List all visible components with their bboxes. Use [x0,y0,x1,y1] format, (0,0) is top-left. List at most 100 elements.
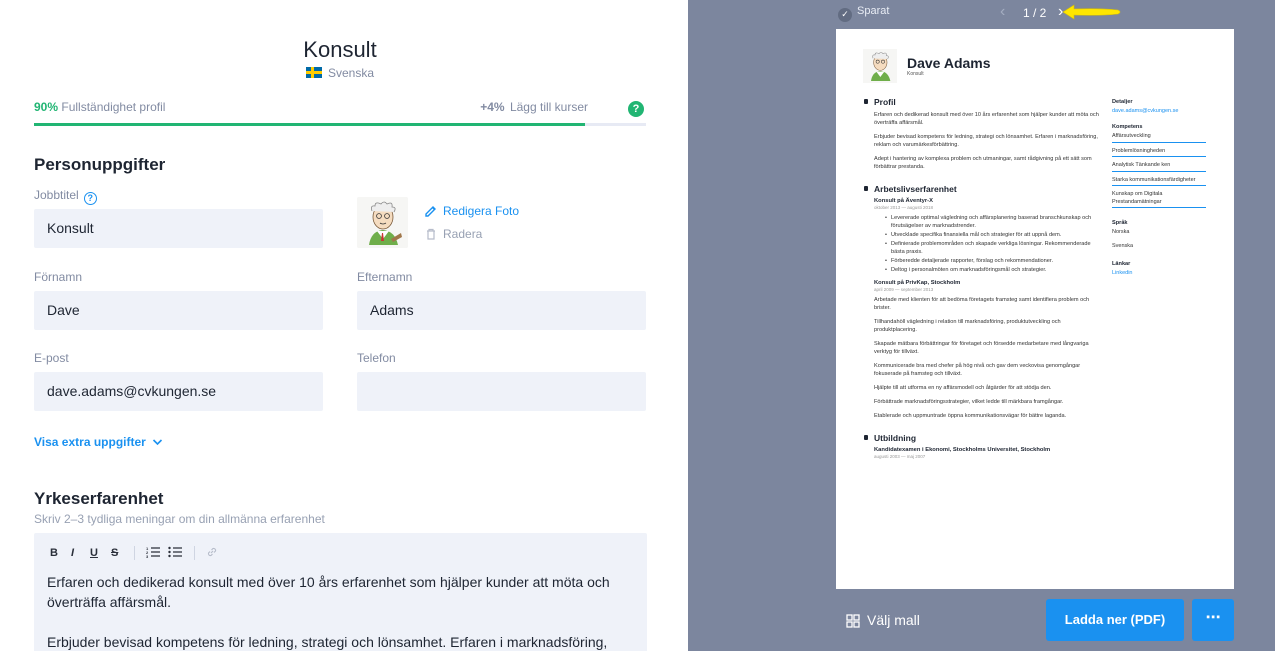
cv-job-paragraph: Förbättrade marknadsföringsstrategier, v… [874,399,1064,405]
completeness-bar-fill [34,123,585,126]
cv-skill: Affärsutveckling [1112,133,1206,143]
bold-button[interactable]: B [50,546,58,560]
profile-completeness: 90% Fullständighet profil +4% Lägg till … [34,100,646,117]
page-indicator: 1 / 2 [1023,6,1047,20]
cv-profile-heading: Profil [863,97,1099,107]
edit-photo-button[interactable]: Redigera Foto [424,204,519,218]
link-button[interactable] [206,546,218,560]
choose-template-button[interactable]: Välj mall [846,612,920,628]
first-name-input[interactable] [34,291,323,330]
cv-bullet: Utvecklade specifika finansiella mål och… [885,231,1099,239]
cv-details-heading: Detaljer [1112,99,1133,105]
cv-skill: Analytisk Tänkande ken [1112,162,1206,172]
grid-icon [846,614,860,628]
download-pdf-button[interactable]: Ladda ner (PDF) [1046,599,1184,641]
resume-preview-page[interactable]: Dave Adams Konsult Profil Erfaren och de… [836,29,1234,589]
cv-job-paragraph: Kommunicerade bra med chefer på hög nivå… [874,363,1081,377]
cv-skill: Kunskap om Digitala Prestandamätningar [1112,191,1206,208]
last-name-label: Efternamn [357,270,413,284]
suggestion-gain: +4% [480,100,505,114]
job-title-label: Jobbtitel? [34,188,97,205]
saved-label: Sparat [857,5,890,17]
help-icon[interactable]: ? [628,101,644,117]
pencil-icon [425,206,436,217]
avatar-cartoon-icon [863,49,897,83]
avatar[interactable] [357,197,408,248]
toolbar-divider [134,546,135,560]
completeness-suggestion[interactable]: +4% Lägg till kurser [480,100,588,114]
cv-link: Linkedin [1112,270,1133,276]
cv-language: Norska [1112,229,1130,235]
language-selector[interactable]: Svenska [0,66,680,80]
cv-language: Svenska [1112,243,1134,249]
experience-paragraph: Erfaren och dedikerad konsult med över 1… [47,574,610,610]
cv-languages-heading: Språk [1112,220,1128,226]
editor-panel: Konsult Svenska 90% Fullständighet profi… [0,0,688,651]
underline-button[interactable]: U [90,546,98,560]
completeness-percent: 90% [34,100,59,114]
experience-subtitle: Skriv 2–3 tydliga meningar om din allmän… [34,512,325,526]
cv-education-heading: Utbildning [863,433,1099,443]
job-title-input[interactable] [34,209,323,248]
choose-template-label: Välj mall [867,612,920,628]
preview-panel: ✓ Sparat ‹ 1 / 2 › Dave Adams Konsult Pro… [688,0,1275,651]
ordered-list-icon: 123 [146,546,160,559]
more-options-button[interactable]: ⋯ [1192,599,1234,641]
toolbar-divider [194,546,195,560]
personal-section-title: Personuppgifter [34,155,166,174]
chevron-left-icon[interactable]: ‹ [1000,3,1005,21]
cv-bullet: Definierade problemområden och skapade v… [885,240,1099,256]
completeness-bar [34,123,646,126]
question-icon[interactable]: ? [83,192,97,205]
show-extra-details-link[interactable]: Visa extra uppgifter [34,435,163,449]
saved-status: ✓ Sparat [838,5,889,22]
cv-links-heading: Länkar [1112,261,1131,267]
ordered-list-button[interactable]: 123 [146,546,160,560]
cv-profile-paragraph: Erbjuder bevisad kompetens för ledning, … [874,134,1098,148]
cv-side-column: Detaljer dave.adams@cvkungen.se Kompeten… [1112,99,1206,286]
arrow-left-icon [1062,4,1121,20]
cv-job-bullets: Levererade optimal vägledning och affärs… [885,214,1099,274]
strikethrough-button[interactable]: S [111,546,118,560]
bullet-list-button[interactable] [168,546,182,560]
phone-label: Telefon [357,351,396,365]
suggestion-label: Lägg till kurser [509,100,588,114]
last-name-input[interactable] [357,291,646,330]
avatar-cartoon-icon [357,197,408,248]
cv-profile-paragraph: Adept i hantering av komplexa problem oc… [874,156,1092,170]
resume-title[interactable]: Konsult [0,37,680,63]
experience-paragraph: Erbjuder bevisad kompetens för ledning, … [47,634,608,650]
edit-photo-label: Redigera Foto [443,204,520,218]
language-label: Svenska [327,66,375,80]
phone-input[interactable] [357,372,646,411]
experience-editor[interactable]: B I U S 123 Erfaren och dedikerad konsul… [34,533,647,651]
email-label: E-post [34,351,69,365]
cv-main-column: Profil Erfaren och dedikerad konsult med… [863,97,1099,463]
cv-bullet: Levererade optimal vägledning och affärs… [885,214,1099,230]
first-name-label: Förnamn [34,270,83,284]
email-input[interactable] [34,372,323,411]
cv-education-title: Kandidatexamen i Ekonomi, Stockholms Uni… [874,447,1051,453]
cv-job-paragraph: Tillhandahöll vägledning i relation till… [874,319,1061,333]
cv-job-date: oktober 2013 — augusti 2018 [874,205,934,210]
experience-text[interactable]: Erfaren och dedikerad konsult med över 1… [47,572,627,651]
job-title-label-text: Jobbtitel [34,188,79,202]
preview-actions: Välj mall Ladda ner (PDF) ⋯ [688,596,1275,644]
trash-icon [427,228,435,240]
svg-text:3: 3 [146,554,149,558]
cv-profile-paragraph: Erfaren och dedikerad konsult med över 1… [874,112,1099,126]
cv-job-paragraph: Arbetade med klienten för att bedöma för… [874,297,1090,311]
swedish-flag-icon [305,67,322,78]
cv-skills-heading: Kompetens [1112,124,1143,130]
cv-role: Konsult [907,71,924,77]
italic-button[interactable]: I [71,546,74,560]
cv-job-paragraph: Hjälpte till att utforma en ny affärsmod… [874,385,1052,391]
cv-name: Dave Adams [907,55,991,71]
delete-photo-button[interactable]: Radera [424,227,482,241]
experience-section-title: Yrkeserfarenhet [34,489,164,508]
checkmark-icon: ✓ [838,8,852,22]
cv-job-title: Konsult på Äventyr-X [874,198,933,204]
chevron-down-icon [153,439,163,446]
cv-bullet: Deltog i personalmöten om marknadsföring… [885,266,1099,274]
cv-skill: Problemlösningheden [1112,148,1206,157]
